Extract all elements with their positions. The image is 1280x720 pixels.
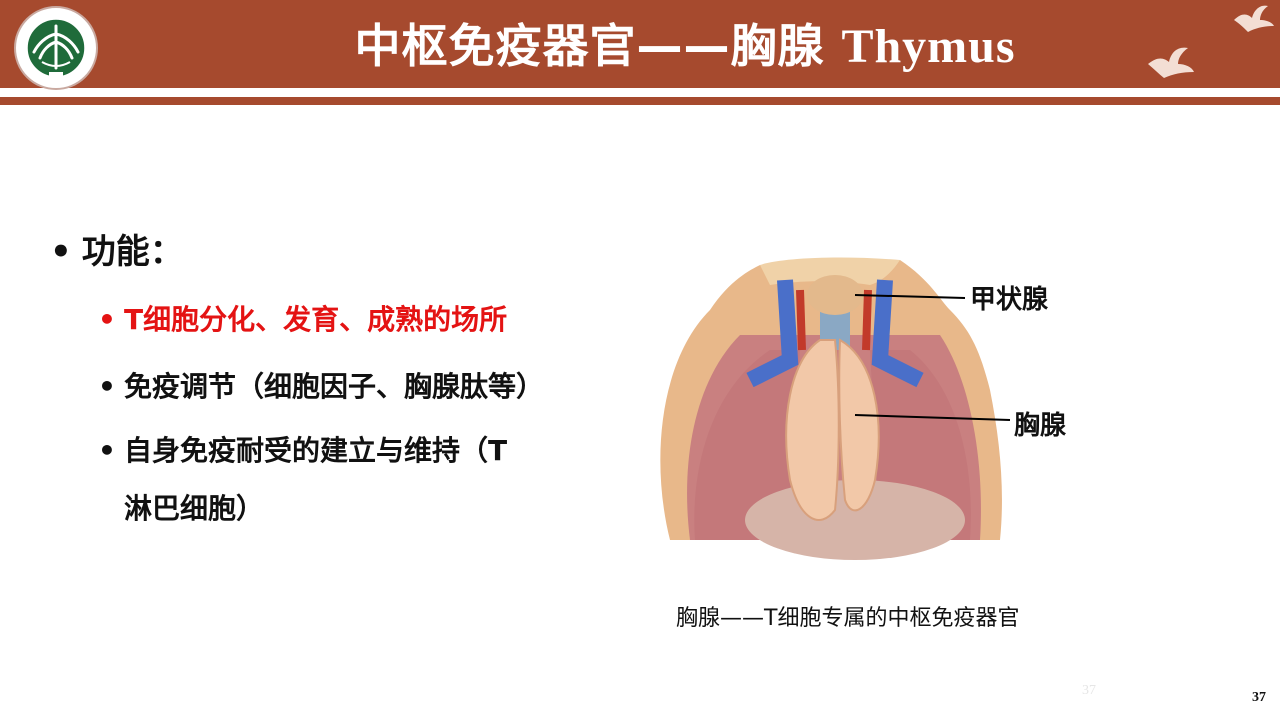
dove-icon [1148,47,1194,78]
label-thyroid: 甲状腺 [970,285,1049,315]
page-title: 中枢免疫器官——胸腺 Thymus [0,10,1280,76]
section-heading: • 功能： [50,224,184,273]
bullet-item-continuation: 淋巴细胞） [124,482,264,536]
title-english: Thymus [841,20,1016,73]
ghost-slide-number: 37 [1082,683,1096,698]
header-divider [0,97,1280,105]
dove-icon [1234,5,1274,32]
figure-caption: 胸腺——T细胞专属的中枢免疫器官 [676,606,1020,631]
bullet-dot: • [98,434,116,467]
page-number: 37 [1252,690,1266,705]
heading-text: 功能： [81,232,184,272]
bullet-dot: • [98,303,116,336]
bullet-item: • 自身免疫耐受的建立与维持（T [98,424,507,478]
bullet-item: • 免疫调节（细胞因子、胸腺肽等） [98,360,544,414]
bullet-dot: • [98,370,116,403]
bullet-text: 淋巴细胞） [124,492,265,525]
bullet-text: T细胞分化、发育、成熟的场所 [124,303,508,336]
thymus-anatomy-illustration: 甲状腺 胸腺 [660,257,1067,560]
bullet-dot: • [50,232,72,272]
bullet-text: 自身免疫耐受的建立与维持（T [124,434,508,467]
label-thymus: 胸腺 [1014,411,1067,441]
title-chinese: 中枢免疫器官——胸腺 [354,19,825,73]
bullet-item: • T细胞分化、发育、成熟的场所 [98,293,507,347]
bullet-text: 免疫调节（细胞因子、胸腺肽等） [124,370,545,403]
